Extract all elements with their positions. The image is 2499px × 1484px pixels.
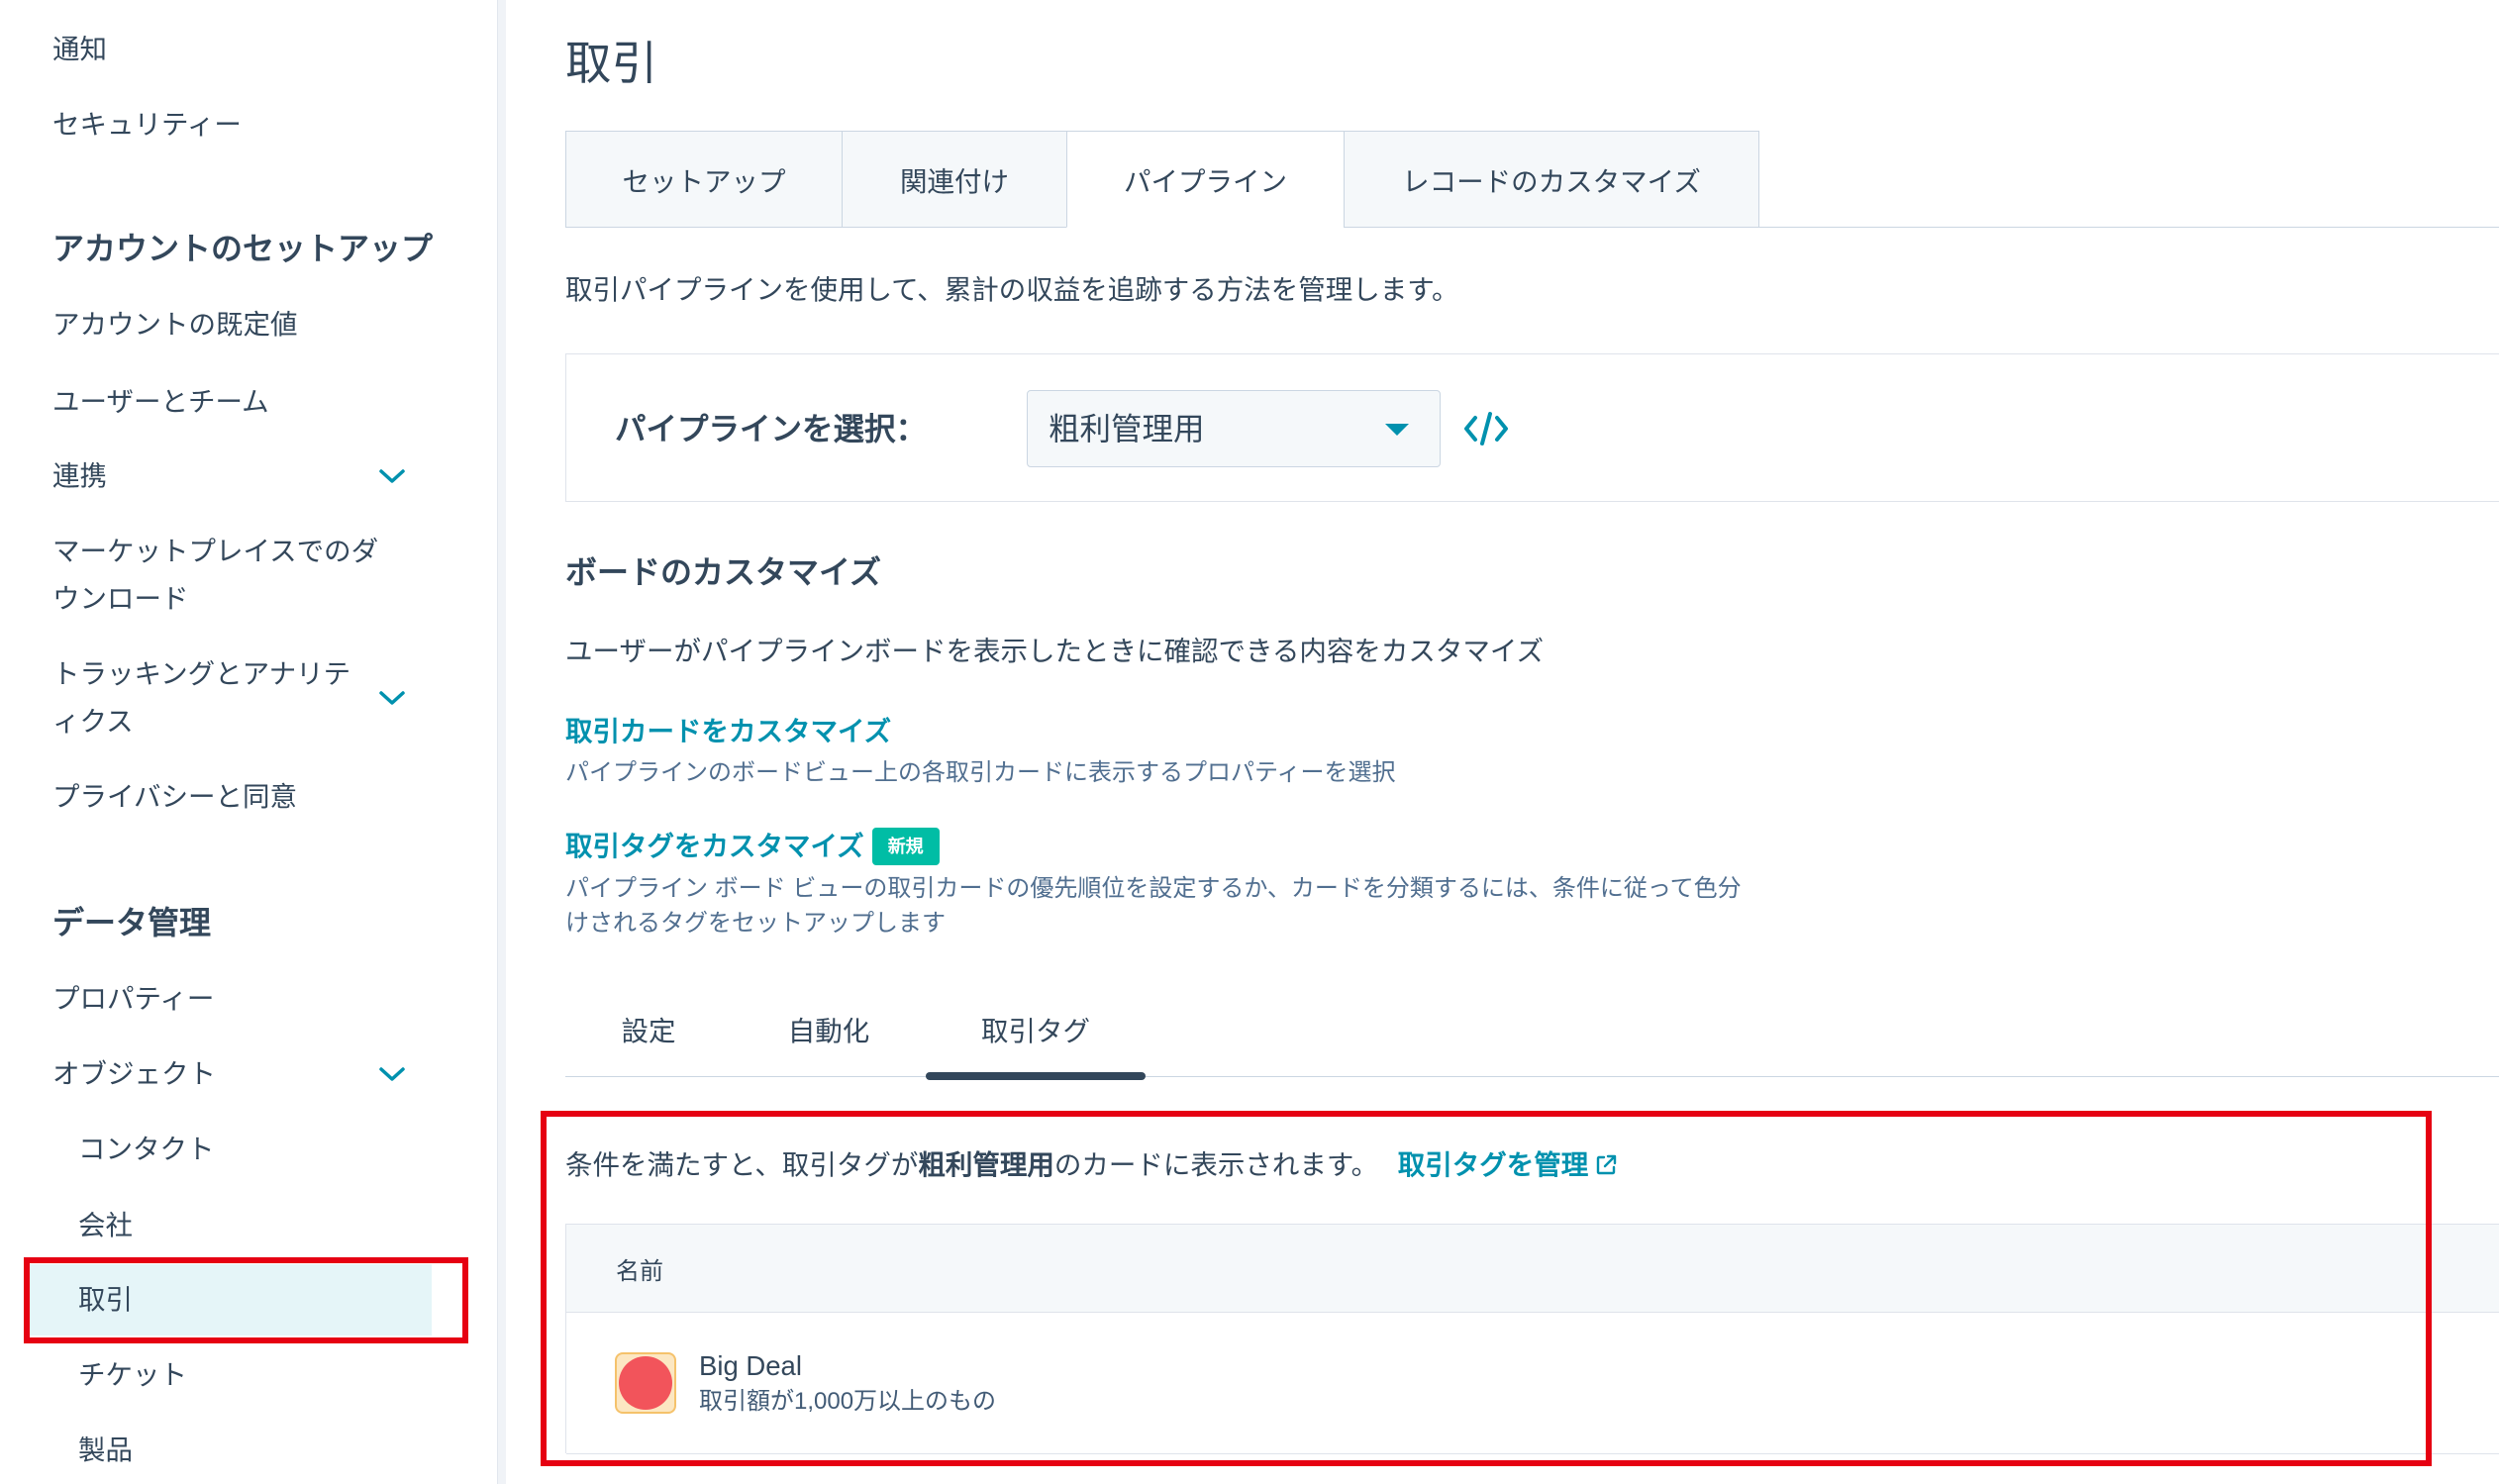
sidebar-item-deals[interactable]: 取引 <box>27 1264 432 1336</box>
tag-description: 取引額が1,000万以上のもの <box>699 1388 997 1415</box>
sidebar-item-privacy-consent[interactable]: プライバシーと同意 <box>52 773 297 821</box>
pipeline-subtabs: 設定 自動化 取引タグ <box>565 980 2499 1080</box>
subtab-label: 設定 <box>621 1015 676 1046</box>
subtab-label: 取引タグ <box>981 1015 1090 1046</box>
sidebar-item-properties[interactable]: プロパティー <box>52 975 214 1023</box>
customize-deal-tags-row: 取引タグをカスタマイズ 新規 <box>565 827 940 866</box>
external-link-icon[interactable] <box>1594 1153 1618 1177</box>
deal-tags-intro-suffix: のカードに表示されます。 <box>1053 1149 1379 1180</box>
sidebar-item-label: アカウントの既定値 <box>52 309 298 340</box>
sidebar-item-users-teams[interactable]: ユーザーとチーム <box>52 378 269 426</box>
object-settings-tabs: セットアップ 関連付け パイプライン レコードのカスタマイズ <box>565 131 1759 228</box>
tab-setup[interactable]: セットアップ <box>565 131 842 228</box>
tab-record-customization[interactable]: レコードのカスタマイズ <box>1344 131 1759 228</box>
sidebar-item-label: ユーザーとチーム <box>52 386 269 417</box>
sidebar-item-label: 会社 <box>78 1210 133 1240</box>
active-subtab-indicator <box>926 1072 1146 1080</box>
subtab-automation[interactable]: 自動化 <box>732 980 926 1076</box>
sidebar-item-products[interactable]: 製品 <box>78 1427 133 1474</box>
sidebar-item-label: 連携 <box>52 460 107 491</box>
sidebar-item-marketplace-downloads[interactable]: マーケットプレイスでのダウンロード <box>52 528 393 623</box>
board-customization-description: ユーザーがパイプラインボードを表示したときに確認できる内容をカスタマイズ <box>565 636 1545 666</box>
subtab-label: 自動化 <box>787 1015 870 1046</box>
manage-deal-tags-link[interactable]: 取引タグを管理 <box>1398 1149 1589 1180</box>
chevron-down-icon[interactable] <box>378 468 406 484</box>
sidebar-item-label: チケット <box>78 1359 187 1390</box>
sidebar-item-integrations[interactable]: 連携 <box>52 452 406 500</box>
table-header: 名前 <box>566 1225 2499 1313</box>
chevron-down-icon[interactable] <box>378 690 406 706</box>
customize-deal-tags-link[interactable]: 取引タグをカスタマイズ <box>565 827 864 866</box>
settings-sidebar: 通知 セキュリティー アカウントのセットアップ アカウントの既定値 ユーザーとチ… <box>0 0 497 1484</box>
table-row[interactable]: Big Deal 取引額が1,000万以上のもの <box>566 1313 2499 1454</box>
tag-name: Big Deal <box>699 1350 802 1381</box>
customize-deal-cards-description: パイプラインのボードビュー上の各取引カードに表示するプロパティーを選択 <box>565 759 1396 786</box>
sidebar-divider <box>497 0 506 1484</box>
subtab-deal-tags[interactable]: 取引タグ <box>926 980 1146 1080</box>
column-header-name: 名前 <box>616 1257 663 1285</box>
pipeline-dropdown[interactable]: 粗利管理用 <box>1027 390 1441 467</box>
sidebar-item-label: 製品 <box>78 1435 133 1465</box>
sidebar-item-label: 取引 <box>78 1284 133 1315</box>
sidebar-item-security[interactable]: セキュリティー <box>52 101 242 148</box>
pipeline-select-label: パイプラインを選択： <box>615 411 928 446</box>
subtab-settings[interactable]: 設定 <box>565 980 732 1076</box>
sidebar-item-objects[interactable]: オブジェクト <box>52 1050 406 1098</box>
deal-tags-table: 名前 Big Deal 取引額が1,000万以上のもの <box>565 1224 2499 1454</box>
new-badge: 新規 <box>871 828 940 865</box>
code-icon[interactable] <box>1463 410 1509 447</box>
sidebar-item-account-defaults[interactable]: アカウントの既定値 <box>52 301 298 348</box>
sidebar-item-label: マーケットプレイスでのダウンロード <box>52 536 379 614</box>
chevron-down-icon[interactable] <box>378 1066 406 1082</box>
deal-tags-intro-prefix: 条件を満たすと、取引タグが <box>565 1149 919 1180</box>
sidebar-item-companies[interactable]: 会社 <box>78 1202 133 1249</box>
sidebar-item-label: トラッキングとアナリティクス <box>52 658 351 737</box>
customize-deal-cards-link[interactable]: 取引カードをカスタマイズ <box>565 712 891 751</box>
caret-down-icon <box>1385 424 1409 436</box>
sidebar-heading-data-management: データ管理 <box>52 905 212 940</box>
page-title: 取引 <box>565 38 657 89</box>
sidebar-item-tickets[interactable]: チケット <box>78 1351 187 1399</box>
deal-tags-intro: 条件を満たすと、取引タグが粗利管理用のカードに表示されます。 取引タグを管理 <box>565 1145 1618 1185</box>
sidebar-item-label: 通知 <box>52 34 107 64</box>
pipeline-dropdown-value: 粗利管理用 <box>1049 411 1205 446</box>
tab-associations[interactable]: 関連付け <box>842 131 1066 228</box>
sidebar-item-label: プライバシーと同意 <box>52 781 297 812</box>
deal-tags-intro-pipeline: 粗利管理用 <box>918 1149 1054 1180</box>
customize-deal-tags-description: パイプライン ボード ビューの取引カードの優先順位を設定するか、カードを分類する… <box>565 875 1742 937</box>
tag-color-swatch-dot <box>619 1356 672 1410</box>
sidebar-item-label: オブジェクト <box>52 1058 216 1089</box>
sidebar-item-tracking-analytics[interactable]: トラッキングとアナリティクス <box>52 650 406 745</box>
sidebar-heading-account-setup: アカウントのセットアップ <box>52 231 434 266</box>
sidebar-item-label: プロパティー <box>52 983 215 1014</box>
sidebar-item-label: コンタクト <box>78 1134 215 1164</box>
sidebar-item-contacts[interactable]: コンタクト <box>78 1126 215 1173</box>
sidebar-item-notifications[interactable]: 通知 <box>52 26 107 73</box>
sidebar-item-label: セキュリティー <box>52 109 242 140</box>
tag-color-swatch <box>615 1352 676 1414</box>
pipelines-description: 取引パイプラインを使用して、累計の収益を追跡する方法を管理します。 <box>565 274 1459 305</box>
board-customization-heading: ボードのカスタマイズ <box>565 554 882 590</box>
tab-pipelines[interactable]: パイプライン <box>1066 131 1344 228</box>
